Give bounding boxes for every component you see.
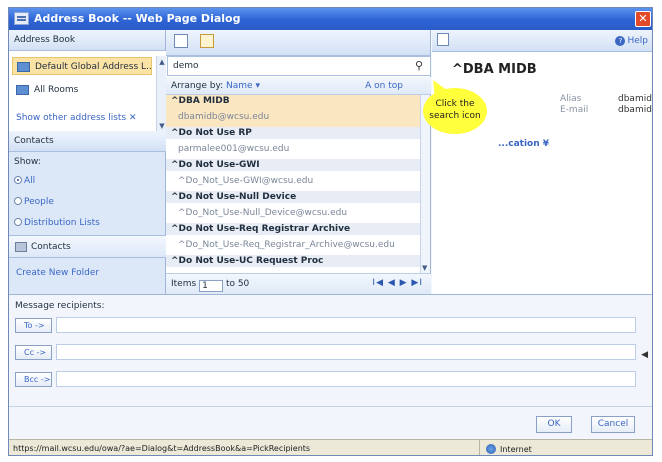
to-field[interactable]: [56, 317, 636, 333]
contacts-button-label: Contacts: [31, 242, 71, 252]
page-range-label: to 50: [225, 279, 250, 289]
additional-information-toggle[interactable]: ...cation ¥: [498, 139, 549, 149]
items-label: Items: [171, 279, 197, 289]
arrange-by-dropdown[interactable]: Name ▾: [226, 81, 260, 91]
address-book-dialog: Address Book -- Web Page Dialog ✕ Addres…: [8, 7, 653, 456]
instruction-callout: Click the search icon: [423, 88, 487, 134]
window-title: Address Book -- Web Page Dialog: [34, 12, 241, 25]
contact-detail-pane: ? Help ^DBA MIDB Alias dbamidt E-mail dba…: [432, 30, 653, 294]
address-book-icon: [16, 85, 29, 95]
result-name[interactable]: ^DBA MIDB: [166, 95, 421, 107]
cc-field[interactable]: [56, 344, 636, 360]
ok-button[interactable]: OK: [536, 416, 572, 433]
address-book-icon: [17, 62, 30, 72]
search-results-pane: demo ⚲ Arrange by: Name ▾ A on top ^DBA …: [166, 30, 431, 294]
contacts-icon: [15, 242, 27, 252]
scroll-down-icon[interactable]: ▼: [422, 264, 427, 272]
create-new-folder-link[interactable]: Create New Folder: [16, 268, 99, 278]
results-list: ^DBA MIDB dbamidb@wcsu.edu ^Do Not Use RP p…: [166, 95, 421, 273]
sort-order-toggle[interactable]: A on top: [365, 81, 403, 91]
show-label: Show:: [14, 157, 41, 167]
result-email[interactable]: ^Do_Not_Use-GWI@wcsu.edu: [166, 171, 421, 191]
show-other-address-lists-link[interactable]: Show other address lists ✕: [16, 113, 137, 123]
paging-bar: Items 1 to 50 I◀ ◀ ▶ ▶I: [166, 273, 431, 294]
contacts-folder-button[interactable]: Contacts: [9, 235, 166, 258]
alias-label: Alias: [560, 94, 582, 104]
cancel-button[interactable]: Cancel: [591, 416, 635, 433]
radio-icon: [14, 218, 22, 226]
zone-label: Internet: [500, 445, 532, 454]
dialog-footer: OK Cancel: [9, 406, 652, 438]
email-value: dbamidt: [618, 105, 653, 115]
new-contact-icon[interactable]: [200, 34, 214, 48]
globe-icon: [486, 444, 496, 454]
address-list-all-rooms[interactable]: All Rooms: [12, 81, 152, 99]
address-list-label: Default Global Address L...: [35, 62, 152, 72]
filter-label: Distribution Lists: [24, 218, 100, 228]
result-email[interactable]: ^Do_Not_Use-Req_Registrar_Archive@wcsu.e…: [166, 235, 421, 255]
security-zone: Internet: [479, 440, 652, 455]
arrange-by-bar: Arrange by: Name ▾ A on top: [166, 77, 431, 95]
status-bar: https://mail.wcsu.edu/owa/?ae=Dialog&t=A…: [9, 439, 652, 455]
result-name[interactable]: ^Do Not Use-Req Registrar Archive: [166, 223, 421, 235]
alias-value: dbamidt: [618, 94, 653, 104]
recipients-title: Message recipients:: [15, 301, 105, 311]
collapse-arrow-icon[interactable]: ◀: [641, 350, 648, 360]
contacts-header: Contacts: [9, 131, 166, 152]
contact-card-icon[interactable]: [437, 33, 449, 46]
address-list-panel: Default Global Address L... All Rooms Sh…: [9, 51, 166, 132]
address-list-label: All Rooms: [34, 85, 79, 95]
email-label: E-mail: [560, 105, 589, 115]
result-name[interactable]: ^Do Not Use-UC Request Proc: [166, 255, 421, 267]
filter-all-radio[interactable]: All: [14, 176, 35, 186]
result-name[interactable]: ^Do Not Use-GWI: [166, 159, 421, 171]
search-input[interactable]: demo ⚲: [167, 56, 431, 76]
filter-label: All: [24, 176, 36, 186]
result-email[interactable]: dbamidb@wcsu.edu: [166, 107, 421, 127]
middle-toolbar: [166, 30, 430, 56]
cc-button[interactable]: Cc ->: [15, 345, 52, 360]
bcc-button[interactable]: Bcc ->: [15, 372, 52, 387]
contact-name: ^DBA MIDB: [452, 62, 537, 77]
result-name[interactable]: ^Do Not Use-Null Device: [166, 191, 421, 203]
address-book-header: Address Book: [9, 30, 165, 51]
left-pane: Address Book Default Global Address L...…: [9, 30, 166, 294]
result-email[interactable]: ^Do_Not_Use-Null_Device@wcsu.edu: [166, 203, 421, 223]
scroll-up-icon[interactable]: ▲: [158, 58, 166, 66]
status-url: https://mail.wcsu.edu/owa/?ae=Dialog&t=A…: [13, 444, 311, 453]
bcc-field[interactable]: [56, 371, 636, 387]
detail-toolbar: ? Help: [432, 30, 652, 52]
result-email[interactable]: parmalee001@wcsu.edu: [166, 139, 421, 159]
arrange-by-label: Arrange by:: [171, 81, 224, 91]
title-bar: Address Book -- Web Page Dialog ✕: [9, 8, 652, 30]
address-book-icon: [14, 12, 29, 25]
result-name[interactable]: ^Do Not Use RP: [166, 127, 421, 139]
help-icon: ?: [615, 36, 626, 46]
two-pane-view-icon[interactable]: [174, 34, 188, 48]
filter-label: People: [24, 197, 54, 207]
filter-distribution-lists-radio[interactable]: Distribution Lists: [14, 218, 100, 228]
radio-icon: [14, 197, 22, 205]
scroll-down-icon[interactable]: ▼: [158, 122, 166, 130]
paging-arrows[interactable]: I◀ ◀ ▶ ▶I: [372, 278, 423, 288]
address-list-default-global[interactable]: Default Global Address L...: [12, 57, 152, 75]
filter-people-radio[interactable]: People: [14, 197, 54, 207]
help-link[interactable]: ? Help: [615, 36, 648, 46]
message-recipients-panel: Message recipients: To -> Cc -> Bcc -> ◀: [9, 294, 652, 406]
page-start-input[interactable]: 1: [199, 280, 224, 292]
search-value: demo: [173, 61, 199, 71]
address-list-scrollbar[interactable]: ▲ ▼: [156, 56, 166, 132]
search-icon[interactable]: ⚲: [412, 59, 426, 73]
help-label: Help: [627, 36, 648, 46]
radio-selected-icon: [14, 176, 22, 184]
to-button[interactable]: To ->: [15, 318, 52, 333]
close-button[interactable]: ✕: [635, 11, 651, 27]
